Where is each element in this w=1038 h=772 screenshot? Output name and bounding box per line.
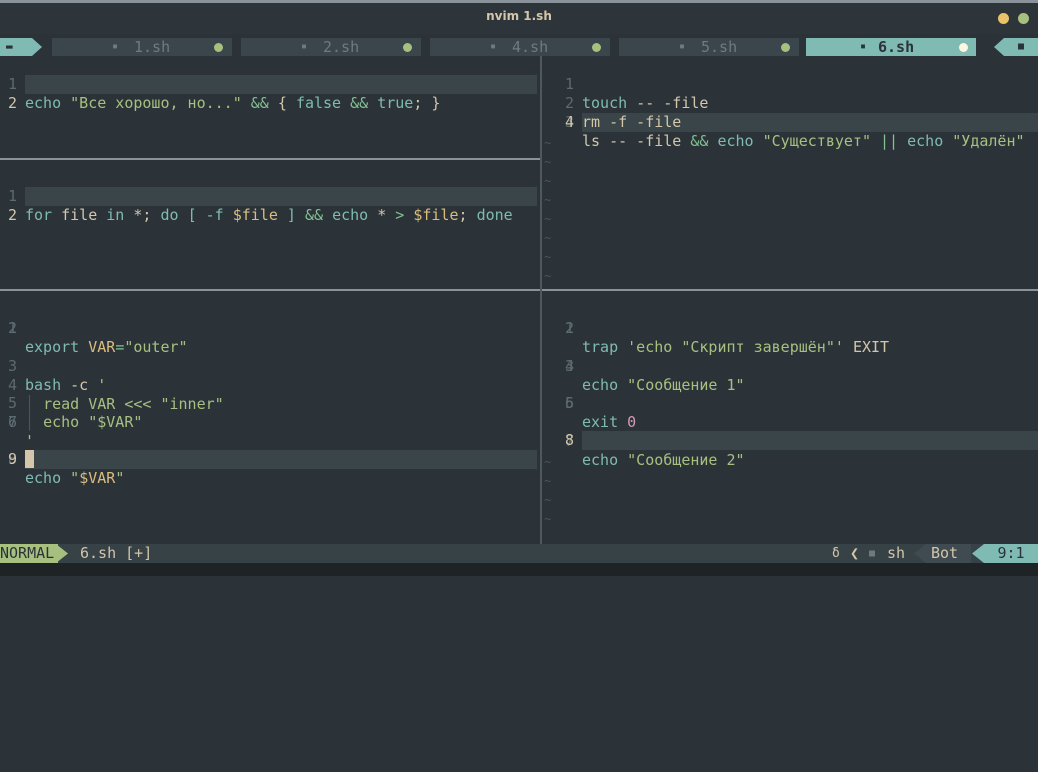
position-arrow [914, 544, 926, 563]
code-line: 1 echo "Все хорошо, но..." && { false &&… [0, 56, 540, 112]
code-line: 2 [0, 187, 540, 224]
code-line: 9 [0, 450, 540, 469]
code-text: echo "$VAR" [25, 469, 125, 487]
code-line: 4 │ read VAR <<< "inner" [0, 357, 540, 413]
tilde-marker: ~ [544, 250, 552, 264]
window-titlebar: nvim 1.sh [0, 0, 1038, 34]
text-cursor [25, 450, 34, 468]
line-number: 2 [7, 319, 17, 337]
tabline-arrow-left [32, 38, 42, 56]
code-text: echo "Сообщение 2" [582, 451, 745, 469]
code-line: 3 echo "Сообщение 1" [557, 338, 1038, 394]
tabline-arrow-right [994, 38, 1004, 56]
window-title: nvim 1.sh [486, 9, 552, 23]
code-line: 3 ls -- -file && echo "Существует" || ec… [557, 94, 1038, 150]
line-number: 2 [7, 94, 17, 112]
horizontal-split[interactable] [0, 289, 1038, 291]
code-line: 8 echo "$VAR" [0, 431, 540, 487]
pane-top-left[interactable]: 1 echo "Все хорошо, но..." && { false &&… [0, 56, 540, 158]
line-number: 2 [564, 319, 574, 337]
pane-middle-left[interactable]: 1 for file in *; do [ -f $file ] && echo… [0, 168, 540, 288]
code-text: for file in *; do [ -f $file ] && echo *… [25, 206, 513, 224]
code-line: 2 rm -f -file [557, 75, 1038, 131]
code-line: 3 bash -c ' [0, 338, 540, 394]
filetype-icon: ■ [869, 548, 876, 559]
tilde-marker: ~ [544, 193, 552, 207]
code-line: 6 ' [0, 394, 540, 450]
separator-icon: ❮ [850, 544, 860, 562]
filetype: sh [887, 544, 906, 562]
close-button[interactable] [1018, 13, 1029, 24]
cursor-pos-arrow [972, 544, 984, 563]
code-line: 4 [557, 113, 1038, 132]
code-line: 4 [557, 357, 1038, 376]
code-line: 5 │ echo "$VAR" [0, 375, 540, 431]
scroll-position: Bot [926, 544, 971, 563]
tilde-marker: ~ [544, 512, 552, 526]
tilde-marker: ~ [544, 212, 552, 226]
line-number: 9 [7, 450, 17, 468]
line-number: 8 [564, 431, 574, 449]
command-line[interactable] [0, 563, 1038, 576]
code-line: 7 echo "Сообщение 2" [557, 413, 1038, 469]
cursor-position: 9:1 [984, 544, 1038, 563]
code-line: 1 export VAR="outer" [0, 300, 540, 356]
line-number: 6 [564, 394, 574, 412]
code-line: 5 exit 0 [557, 375, 1038, 431]
git-branch-icon: δ [832, 546, 840, 561]
code-line: 1 touch -- -file [557, 56, 1038, 112]
tilde-marker: ~ [544, 455, 552, 469]
statusline: NORMAL 6.sh [+] δ ❮ ■ sh Bot 9:1 [0, 544, 1038, 563]
tilde-marker: ~ [544, 231, 552, 245]
code-text: echo "Все хорошо, но..." && { false && t… [25, 94, 441, 112]
code-line: 2 [0, 319, 540, 338]
tilde-marker: ~ [544, 174, 552, 188]
mode-arrow [56, 544, 68, 563]
tilde-marker: ~ [544, 136, 552, 150]
tilde-marker: ~ [544, 493, 552, 507]
horizontal-split[interactable] [0, 158, 540, 160]
code-line: 6 [557, 394, 1038, 413]
tilde-marker: ~ [544, 155, 552, 169]
tabline-arrows [32, 38, 1004, 56]
line-number: 7 [7, 413, 17, 431]
line-number: 4 [564, 113, 574, 131]
code-text: ls -- -file && echo "Существует" || echo… [582, 132, 1025, 150]
code-line: 1 trap 'echo "Скрипт завершён"' EXIT [557, 300, 1038, 356]
mode-indicator: NORMAL [0, 544, 59, 563]
pane-top-right[interactable]: 1 touch -- -file 2 rm -f -file 3 ls -- -… [542, 56, 1038, 288]
code-line: 7 [0, 413, 540, 432]
code-line: 8 [557, 431, 1038, 450]
line-number: 2 [7, 206, 17, 224]
code-line: 2 [557, 319, 1038, 338]
tilde-marker: ~ [544, 269, 552, 283]
minimize-button[interactable] [998, 13, 1009, 24]
code-line: 2 [0, 75, 540, 112]
filename: 6.sh [+] [80, 544, 153, 562]
line-number: 4 [564, 357, 574, 375]
tilde-marker: ~ [544, 474, 552, 488]
pane-bottom-right[interactable]: 1 trap 'echo "Скрипт завершён"' EXIT 2 3… [542, 300, 1038, 544]
pane-bottom-left[interactable]: 1 export VAR="outer" 2 3 bash -c ' 4 │ r… [0, 300, 540, 544]
code-line: 1 for file in *; do [ -f $file ] && echo… [0, 168, 540, 224]
